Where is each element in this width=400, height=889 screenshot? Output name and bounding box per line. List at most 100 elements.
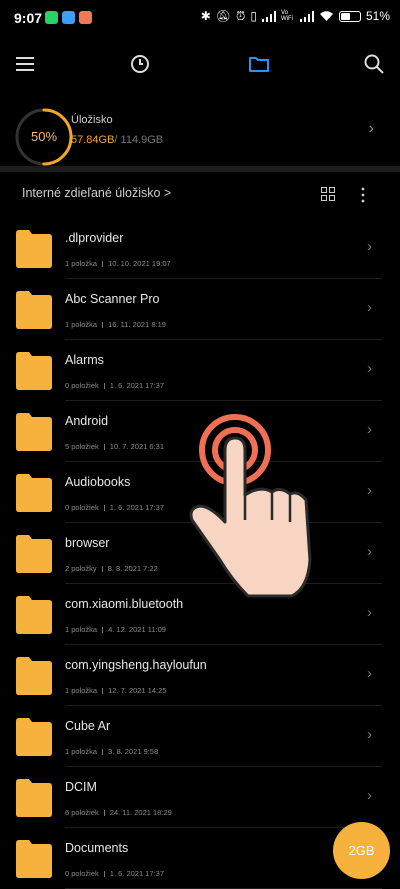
storage-total: / 114.9GB [114, 134, 164, 146]
file-item-count: 6 položiek [65, 808, 99, 817]
meta-separator [102, 322, 104, 328]
folder-icon [16, 657, 52, 695]
storage-percent: 50% [30, 129, 58, 144]
folder-icon [16, 352, 52, 390]
list-item[interactable]: Android 5 položiek 10. 7. 2021 6:31 › [0, 401, 400, 462]
chevron-right-icon: › [367, 482, 372, 499]
list-item[interactable]: Abc Scanner Pro 1 položka 16. 11. 2021 8:1… [0, 279, 400, 340]
battery-icon [338, 10, 361, 22]
file-name: Cube Ar [65, 719, 111, 733]
folder-icon [16, 230, 52, 268]
file-meta: 0 položiek 1. 6. 2021 17:37 [65, 503, 164, 512]
file-list: .dlprovider 1 položka 10. 10. 2021 19:07 › A… [0, 218, 400, 889]
file-item-count: 1 položka [65, 625, 98, 634]
alarm-icon: ⏰︎ [235, 9, 246, 23]
file-meta: 1 položka 12. 7. 2021 14:25 [65, 686, 167, 695]
list-item[interactable]: Audiobooks 0 položiek 1. 6. 2021 17:37 › [0, 462, 400, 523]
file-item-count: 1 položka [65, 686, 98, 695]
list-item[interactable]: Cube Ar 1 položka 3. 8. 2021 9:58 › [0, 706, 400, 767]
mute-icon: 🔕︎ [215, 9, 231, 23]
storage-card[interactable]: 50% Úložisko 57.84GB/ 114.9GB › [0, 100, 400, 166]
storage-title: Úložisko [71, 114, 113, 126]
folder-icon [16, 596, 52, 634]
signal-icon [299, 10, 314, 22]
meta-separator [103, 383, 105, 389]
list-item[interactable]: .dlprovider 1 položka 10. 10. 2021 19:07 › [0, 218, 400, 279]
folder-icon [16, 840, 52, 878]
file-name: com.xiaomi.bluetooth [65, 597, 184, 611]
folder-icon [16, 474, 52, 512]
chevron-right-icon: › [367, 726, 372, 743]
toolbar [0, 44, 400, 84]
more-vert-icon[interactable] [359, 187, 367, 203]
file-item-count: 0 položiek [65, 381, 99, 390]
signal-icon [261, 10, 276, 22]
storage-values: 57.84GB/ 114.9GB [71, 134, 163, 146]
battery-percent: 51% [365, 9, 390, 23]
file-item-count: 0 položiek [65, 503, 99, 512]
section-divider [0, 166, 400, 172]
file-date: 1. 6. 2021 17:37 [109, 503, 164, 512]
cleanup-button[interactable]: 2GB [333, 822, 390, 879]
meta-separator [103, 444, 105, 450]
file-meta: 1 položka 16. 11. 2021 8:19 [65, 320, 166, 329]
messenger-icon [62, 11, 75, 24]
file-date: 8. 8. 2021 7:22 [107, 564, 158, 573]
file-meta: 1 položka 4. 12. 2021 11:09 [65, 625, 166, 634]
meta-separator [102, 261, 104, 267]
menu-icon[interactable] [13, 52, 37, 76]
chevron-right-icon: › [367, 543, 372, 560]
vibrate-icon: ▯ [250, 9, 257, 23]
file-date: 4. 12. 2021 11:09 [108, 625, 166, 634]
folder-icon [16, 779, 52, 817]
file-name: Documents [65, 841, 129, 855]
file-name: browser [65, 536, 110, 550]
list-item[interactable]: browser 2 položky 8. 8. 2021 7:22 › [0, 523, 400, 584]
bluetooth-icon: ✱ [200, 9, 211, 23]
list-item[interactable]: DCIM 6 položiek 24. 11. 2021 18:29 › [0, 767, 400, 828]
folder-icon [16, 291, 52, 329]
gallery-icon [79, 11, 92, 24]
file-meta: 0 položiek 1. 6. 2021 17:37 [65, 869, 164, 878]
meta-separator [102, 627, 104, 633]
file-date: 16. 11. 2021 8:19 [108, 320, 166, 329]
chevron-right-icon: › [367, 421, 372, 438]
file-item-count: 0 položiek [65, 869, 99, 878]
search-icon[interactable] [362, 52, 386, 76]
meta-separator [102, 749, 104, 755]
breadcrumb[interactable]: Interné zdieľané úložisko > [22, 186, 171, 200]
file-meta: 6 položiek 24. 11. 2021 18:29 [65, 808, 172, 817]
file-name: Android [65, 414, 109, 428]
chevron-right-icon: › [367, 787, 372, 804]
chevron-right-icon: › [367, 665, 372, 682]
meta-separator [103, 810, 105, 816]
file-item-count: 1 položka [65, 747, 98, 756]
vowifi-icon: Vo WiFi [280, 10, 293, 22]
file-item-count: 1 položka [65, 320, 98, 329]
file-date: 24. 11. 2021 18:29 [109, 808, 172, 817]
folder-icon[interactable] [247, 52, 271, 76]
battery-level [340, 12, 350, 20]
file-name: .dlprovider [65, 231, 124, 245]
storage-used: 57.84GB [71, 134, 115, 146]
status-time: 9:07 [14, 10, 43, 26]
file-date: 3. 8. 2021 9:58 [108, 747, 159, 756]
list-item[interactable]: com.yingsheng.hayloufun 1 položka 12. 7. 2… [0, 645, 400, 706]
file-date: 10. 7. 2021 6:31 [109, 442, 164, 451]
grid-view-icon[interactable] [321, 187, 335, 201]
file-name: Abc Scanner Pro [65, 292, 160, 306]
folder-icon [16, 718, 52, 756]
chevron-right-icon: › [368, 120, 374, 137]
meta-separator [103, 871, 105, 877]
recent-icon[interactable] [128, 52, 152, 76]
file-item-count: 5 položiek [65, 442, 99, 451]
meta-separator [101, 566, 103, 572]
file-name: Audiobooks [65, 475, 131, 489]
list-item[interactable]: com.xiaomi.bluetooth 1 položka 4. 12. 2021… [0, 584, 400, 645]
folder-icon [16, 413, 52, 451]
folder-icon [16, 535, 52, 573]
list-item[interactable]: Alarms 0 položiek 1. 6. 2021 17:37 › [0, 340, 400, 401]
whatsapp-icon [45, 11, 58, 24]
file-date: 12. 7. 2021 14:25 [108, 686, 167, 695]
file-date: 1. 6. 2021 17:37 [109, 869, 164, 878]
